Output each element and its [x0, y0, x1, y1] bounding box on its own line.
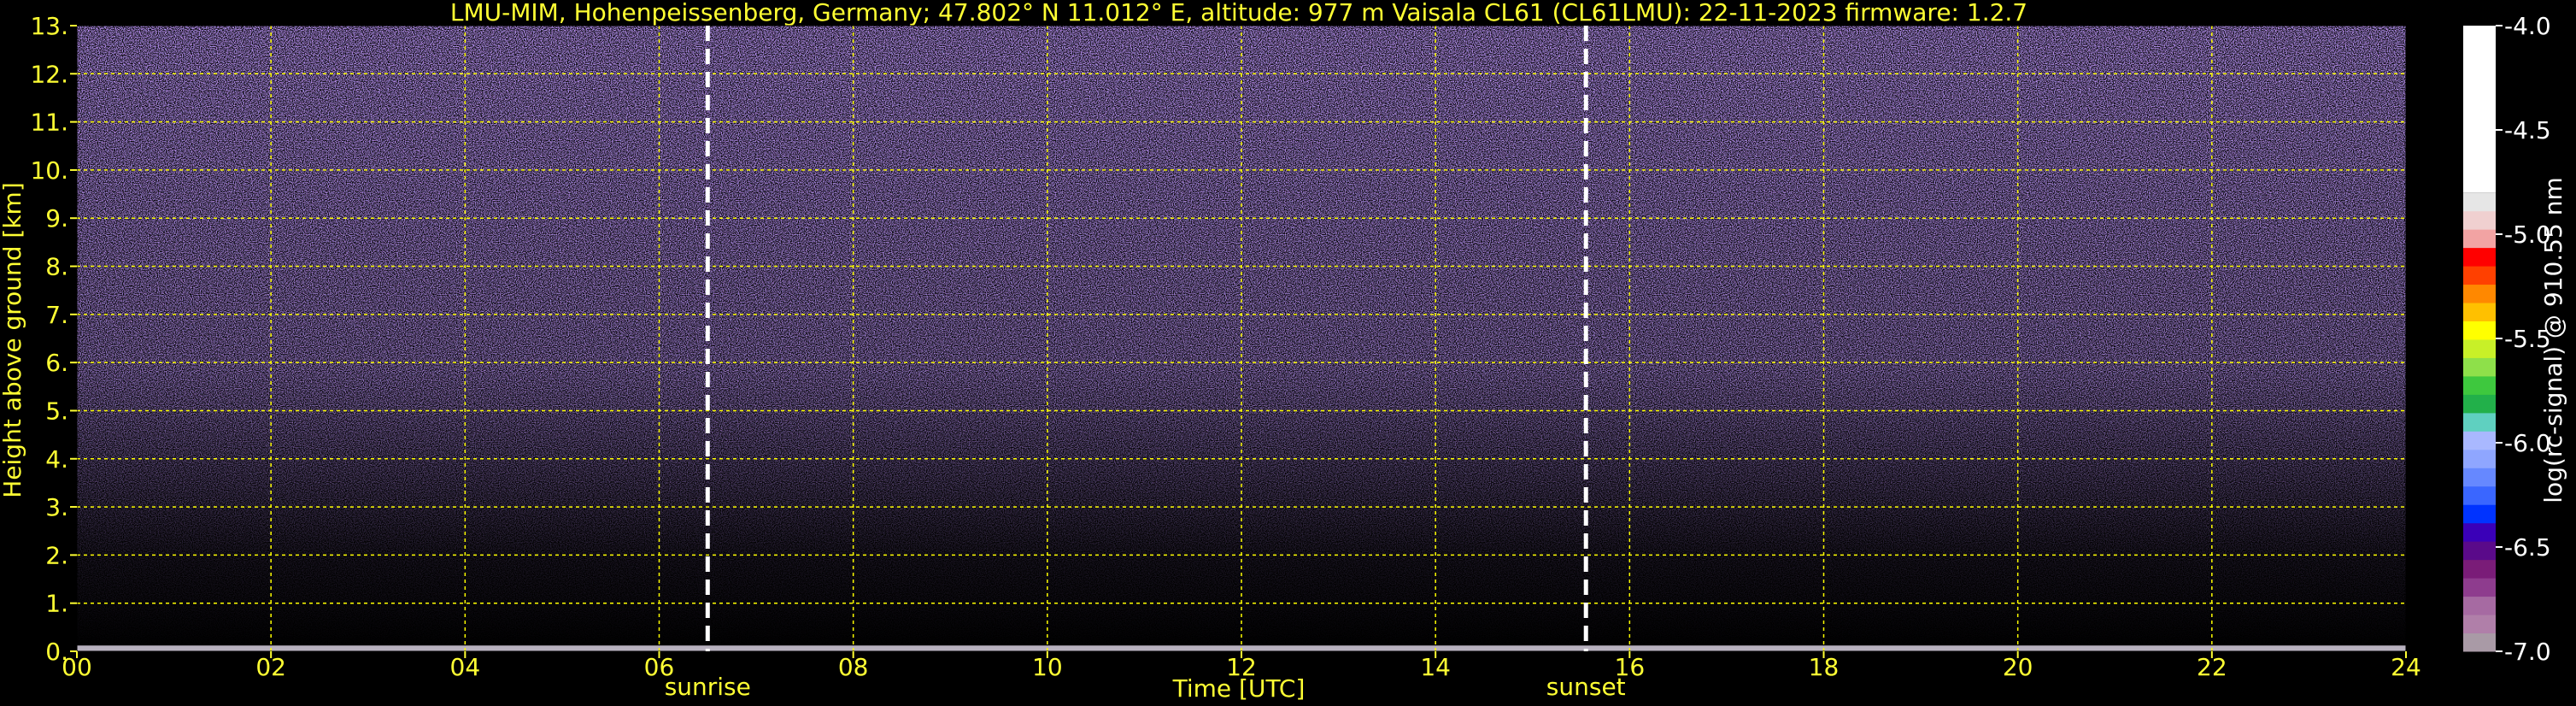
colorbar-swatch [2463, 596, 2496, 615]
colorbar-swatch [2463, 394, 2496, 414]
colorbar-swatch [2463, 485, 2496, 505]
colorbar-swatch [2463, 303, 2496, 322]
chart-title: LMU-MIM, Hohenpeissenberg, Germany; 47.8… [450, 0, 2027, 26]
y-tick-label: 7. [45, 301, 68, 329]
y-tick-label: 1. [45, 590, 68, 618]
colorbar-swatch [2463, 578, 2496, 597]
colorbar-swatch [2463, 357, 2496, 377]
x-tick-label: 24 [2391, 653, 2421, 681]
colorbar-swatch [2463, 522, 2496, 542]
x-tick-label: 08 [838, 653, 869, 681]
colorbar-tick-label: -7.0 [2504, 638, 2551, 666]
colorbar-swatch [2463, 338, 2496, 358]
colorbar-tick-label: -6.5 [2504, 533, 2551, 562]
y-tick-label: 3. [45, 493, 68, 521]
colorbar-tick-label: -4.5 [2504, 116, 2551, 144]
x-tick-label: 18 [1809, 653, 1840, 681]
colorbar-swatch [2463, 632, 2496, 652]
x-tick-label: 14 [1420, 653, 1451, 681]
colorbar-swatch [2463, 504, 2496, 524]
colorbar-swatch [2463, 192, 2496, 212]
y-tick-label: 8. [45, 253, 68, 281]
y-tick-label: 13. [30, 12, 68, 40]
x-axis-label: Time [UTC] [1172, 674, 1306, 703]
colorbar-swatch [2463, 559, 2496, 579]
y-tick-label: 12. [30, 60, 68, 88]
x-tick-label: 04 [450, 653, 481, 681]
backscatter-texture [77, 26, 2406, 651]
colorbar-swatch [2463, 412, 2496, 432]
y-tick-label: 10. [30, 156, 68, 185]
colorbar-swatch [2463, 431, 2496, 450]
colorbar [2463, 26, 2496, 652]
plot-area [77, 26, 2406, 651]
colorbar-swatch [2463, 26, 2496, 193]
y-tick-label: 5. [45, 397, 68, 425]
colorbar-swatch [2463, 375, 2496, 395]
x-tick-label: 20 [2003, 653, 2033, 681]
colorbar-tick-label: -4.0 [2504, 12, 2551, 40]
ceilometer-chart: LMU-MIM, Hohenpeissenberg, Germany; 47.8… [0, 0, 2576, 706]
colorbar-swatch [2463, 321, 2496, 340]
colorbar-swatch [2463, 615, 2496, 634]
y-axis-label: Height above ground [km] [0, 182, 26, 498]
colorbar-swatch [2463, 284, 2496, 303]
colorbar-swatch [2463, 449, 2496, 468]
sunrise-label: sunrise [665, 673, 751, 701]
colorbar-swatch [2463, 266, 2496, 285]
colorbar-swatch [2463, 210, 2496, 230]
colorbar-swatch [2463, 541, 2496, 561]
colorbar-label: log(rc-signal) @ 910.55 nm [2539, 177, 2567, 503]
y-tick-label: 2. [45, 541, 68, 569]
y-tick-label: 4. [45, 445, 68, 474]
colorbar-swatch [2463, 247, 2496, 267]
x-tick-label: 02 [255, 653, 286, 681]
x-tick-label: 22 [2197, 653, 2227, 681]
y-tick-label: 6. [45, 349, 68, 377]
y-tick-label: 9. [45, 204, 68, 232]
x-tick-label: 10 [1032, 653, 1063, 681]
y-tick-label: 11. [30, 109, 68, 137]
x-tick-label: 06 [644, 653, 675, 681]
colorbar-swatch [2463, 229, 2496, 249]
x-tick-label: 16 [1615, 653, 1646, 681]
x-tick-label: 00 [62, 653, 92, 681]
colorbar-swatch [2463, 468, 2496, 487]
